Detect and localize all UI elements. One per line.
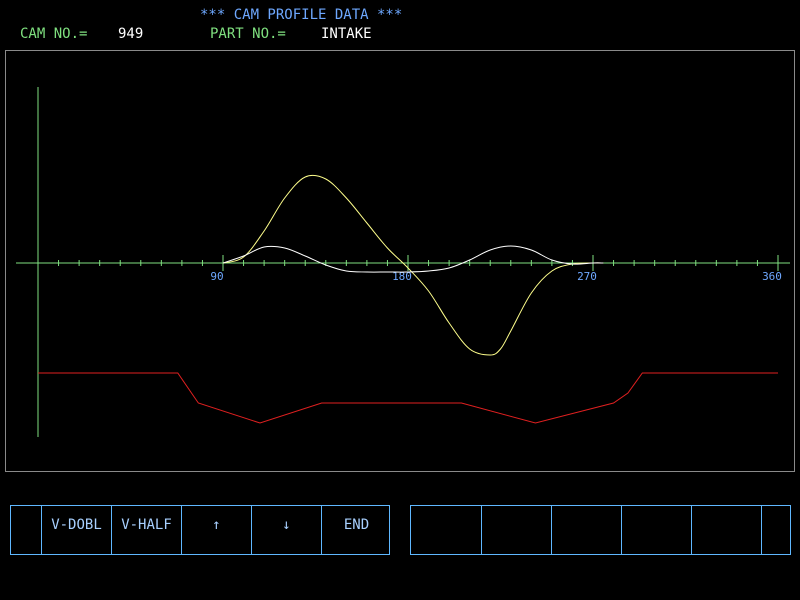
function-key-right-6[interactable] bbox=[761, 506, 792, 554]
cam-no-label: CAM NO.= bbox=[20, 26, 88, 42]
function-key-right-1[interactable] bbox=[411, 506, 481, 554]
function-key-left-5[interactable]: ↓ bbox=[251, 506, 321, 554]
function-key-bar-left: V-DOBL V-HALF ↑ ↓ END bbox=[10, 505, 390, 555]
screen-title: *** CAM PROFILE DATA *** bbox=[200, 7, 403, 23]
x-tick-label: 90 bbox=[210, 270, 223, 283]
cam-profile-plot: 90 180 270 360 bbox=[5, 50, 795, 472]
function-key-left-4[interactable]: ↑ bbox=[181, 506, 251, 554]
function-key-left-3[interactable]: V-HALF bbox=[111, 506, 181, 554]
x-tick-label: 270 bbox=[577, 270, 597, 283]
function-key-right-2[interactable] bbox=[481, 506, 551, 554]
series-line-3 bbox=[38, 372, 778, 424]
series-line-2 bbox=[222, 245, 604, 273]
x-tick-label: 360 bbox=[762, 270, 782, 283]
cam-profile-chart: 90 180 270 360 bbox=[16, 87, 790, 437]
function-key-right-4[interactable] bbox=[621, 506, 691, 554]
function-key-bar-right bbox=[410, 505, 791, 555]
function-key-left-2[interactable]: V-DOBL bbox=[41, 506, 111, 554]
function-key-right-5[interactable] bbox=[691, 506, 761, 554]
function-key-left-6[interactable]: END bbox=[321, 506, 391, 554]
series-line-1 bbox=[222, 174, 604, 356]
part-no-value: INTAKE bbox=[321, 26, 372, 42]
function-key-right-3[interactable] bbox=[551, 506, 621, 554]
cam-no-value: 949 bbox=[118, 26, 144, 42]
part-no-label: PART NO.= bbox=[210, 26, 286, 42]
function-key-left-1[interactable] bbox=[11, 506, 41, 554]
